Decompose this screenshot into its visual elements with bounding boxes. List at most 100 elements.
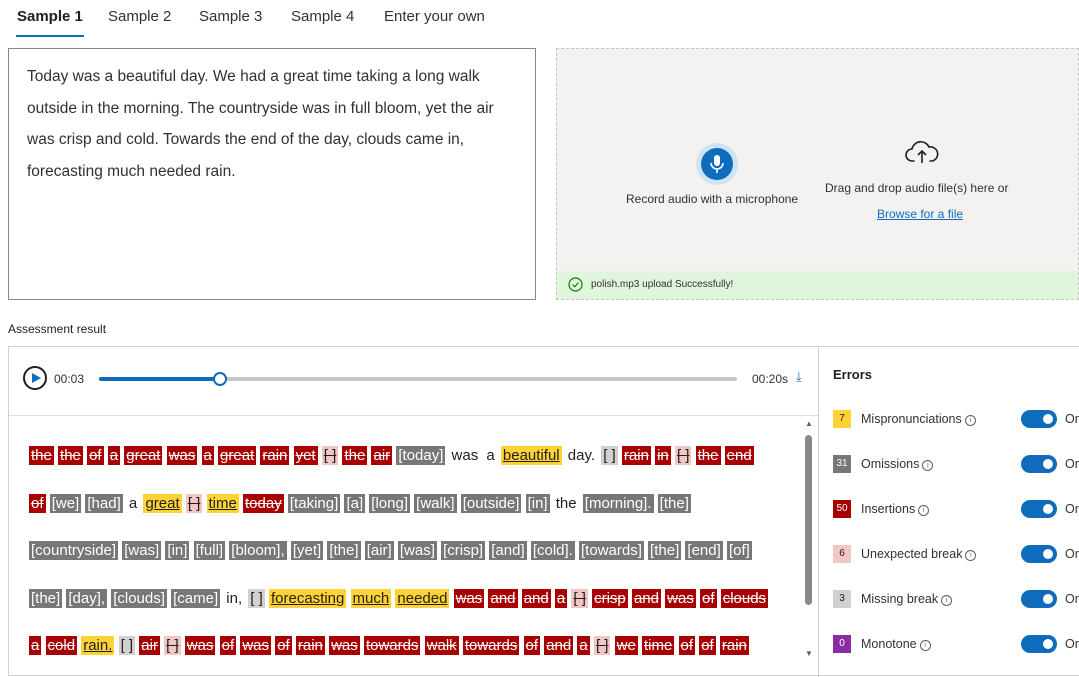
toggle-on-label: On <box>1065 547 1079 561</box>
toggle-on-label: On <box>1065 412 1079 426</box>
assessment-result-panel: 00:03 00:20s ⤓ the the of a great was a … <box>8 346 1079 677</box>
assessed-word: was <box>240 636 272 655</box>
tab-sample-1[interactable]: Sample 1 <box>17 8 83 25</box>
error-label: Monotone i <box>861 637 931 651</box>
assessed-word: towards <box>363 636 421 655</box>
words-scrollbar[interactable]: ▲ ▼ <box>804 419 814 659</box>
tab-sample-2[interactable]: Sample 2 <box>108 8 171 25</box>
assessed-word: a <box>577 636 590 655</box>
assessed-word: a <box>29 636 42 655</box>
error-row-insertions: 50 Insertions i On <box>833 500 1079 520</box>
info-icon[interactable]: i <box>922 460 934 471</box>
assessed-word: was <box>665 588 696 608</box>
toggle-on-label: On <box>1065 592 1079 606</box>
assessed-word: end <box>724 446 754 465</box>
error-label-text: Unexpected break <box>861 547 963 561</box>
error-count-badge: 7 <box>833 410 851 428</box>
toggle-on-label: On <box>1065 457 1079 471</box>
assessed-word: and <box>544 636 574 655</box>
assessed-word: cold <box>45 636 78 655</box>
assessed-word: [crisp] <box>441 541 486 560</box>
assessed-word: was <box>184 636 216 655</box>
assessed-word: [long] <box>369 493 410 513</box>
assessed-word: beautiful <box>500 446 562 465</box>
assessed-word: time <box>206 493 239 513</box>
assessed-word: the <box>342 446 368 465</box>
assessed-word: and <box>488 588 518 608</box>
assessed-word: [full] <box>193 541 226 560</box>
assessed-word: rain <box>719 636 749 655</box>
error-toggle[interactable] <box>1021 635 1057 653</box>
error-row-unexpected-break: 6 Unexpected break i On <box>833 545 1079 565</box>
info-icon[interactable]: i <box>964 415 976 426</box>
assessed-word: [we] <box>49 493 82 513</box>
info-icon[interactable]: i <box>965 550 977 561</box>
browse-file-link[interactable]: Browse for a file <box>877 207 963 221</box>
assessed-word: [ ] <box>674 446 692 465</box>
error-label: Omissions i <box>861 457 934 471</box>
assessed-word: [ ] <box>164 636 181 655</box>
assessed-word: of <box>219 636 237 655</box>
info-icon[interactable]: i <box>918 505 930 516</box>
sample-tabs: Sample 1 Sample 2 Sample 3 Sample 4 Ente… <box>0 0 1079 40</box>
error-label-text: Omissions <box>861 457 920 471</box>
assessed-word: [day], <box>66 588 108 608</box>
tab-enter-your-own[interactable]: Enter your own <box>384 8 485 25</box>
assessed-word: in <box>655 446 671 465</box>
assessed-word: [towards] <box>579 541 644 560</box>
assessed-word: rain <box>621 446 651 465</box>
assessed-word: [outside] <box>460 493 522 513</box>
assessed-word: air <box>371 446 393 465</box>
error-toggle[interactable] <box>1021 590 1057 608</box>
assessed-word: [was] <box>397 541 437 560</box>
upload-success-text: polish.mp3 upload Successfully! <box>591 279 734 290</box>
total-time: 00:20s <box>752 372 789 386</box>
scroll-up-icon[interactable]: ▲ <box>804 419 814 428</box>
toggle-on-label: On <box>1065 502 1079 516</box>
reference-text-box[interactable]: Today was a beautiful day. We had a grea… <box>8 48 536 300</box>
error-row-missing-break: 3 Missing break i On <box>833 590 1079 610</box>
assessed-word: clouds <box>720 588 769 608</box>
assessed-word: [in] <box>165 541 190 560</box>
assessed-word: great <box>124 446 163 465</box>
upload-success-banner: polish.mp3 upload Successfully! <box>557 271 1078 299</box>
assessed-word: was <box>451 447 479 464</box>
play-icon[interactable] <box>23 366 47 390</box>
error-count-badge: 6 <box>833 545 851 563</box>
errors-title: Errors <box>833 367 873 382</box>
assessed-word: [and] <box>489 541 527 560</box>
error-toggle[interactable] <box>1021 545 1057 563</box>
assessed-word: [of] <box>726 541 752 560</box>
download-icon[interactable]: ⤓ <box>796 369 802 385</box>
record-microphone-button[interactable] <box>696 143 738 185</box>
playback-slider[interactable] <box>99 372 737 386</box>
tab-sample-4[interactable]: Sample 4 <box>291 8 354 25</box>
assessed-word: [ ] <box>321 446 339 465</box>
error-toggle[interactable] <box>1021 455 1057 473</box>
assessed-word: great <box>218 446 257 465</box>
error-count-badge: 3 <box>833 590 851 608</box>
assessed-word: was <box>166 446 198 465</box>
assessed-word: was <box>453 588 485 608</box>
assessed-word: great <box>143 493 182 513</box>
error-toggle[interactable] <box>1021 410 1057 428</box>
playback-thumb[interactable] <box>213 372 228 386</box>
info-icon[interactable]: i <box>919 640 931 651</box>
tab-sample-3[interactable]: Sample 3 <box>199 8 262 25</box>
error-toggle[interactable] <box>1021 500 1057 518</box>
assessed-word: of <box>700 588 717 608</box>
assessed-word: [yet] <box>290 541 324 560</box>
assessed-word: [ ] <box>118 636 136 655</box>
assessed-word: [countryside] <box>29 541 119 560</box>
assessed-word: we <box>614 636 638 655</box>
scroll-thumb[interactable] <box>805 435 812 605</box>
assessed-word: towards <box>462 636 520 655</box>
errors-panel: Errors 7 Mispronunciations i On 31 Omissions i… <box>818 347 1079 677</box>
info-icon[interactable]: i <box>941 595 953 606</box>
error-label-text: Insertions <box>861 502 916 516</box>
assessed-word: much <box>350 588 392 608</box>
error-count-badge: 50 <box>833 500 851 518</box>
audio-upload-area[interactable]: Record audio with a microphone Drag and … <box>556 48 1079 300</box>
scroll-down-icon[interactable]: ▼ <box>804 649 814 658</box>
error-row-monotone: 0 Monotone i On <box>833 635 1079 655</box>
